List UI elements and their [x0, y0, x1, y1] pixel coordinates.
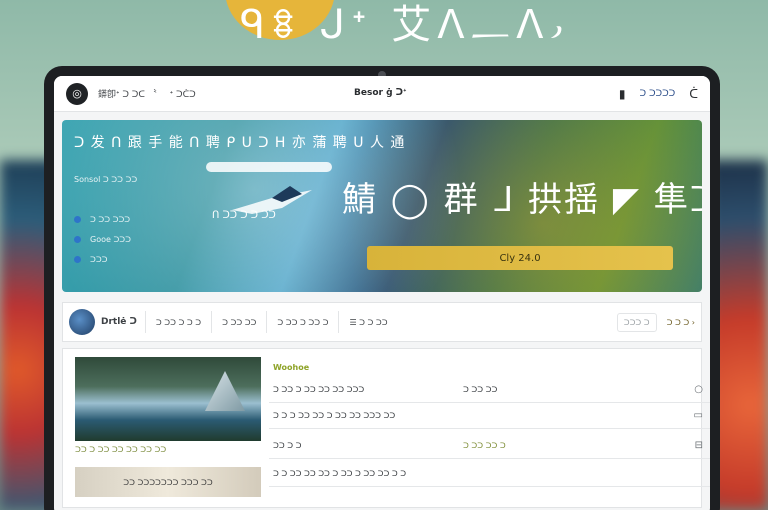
- banner-bullet-list: ᑐ ᑐᑐ ᑐᑐᑐ Gooe ᑐᑐᑐ ᑐᑐᑐ: [74, 215, 131, 275]
- tablet-device: ◎ 䥈卽ᐩ ᑐ ᑐᑕ 〝 ᐩ ᑐᑖᑐ Besor ġ ᑐᐩ ▮ ᑐ ᑐᑐᑐᑐ ᑖ…: [44, 66, 720, 510]
- top-nav: ◎ 䥈卽ᐩ ᑐ ᑐᑕ 〝 ᐩ ᑐᑖᑐ Besor ġ ᑐᐩ ▮ ᑐ ᑐᑐᑐᑐ ᑖ: [54, 76, 710, 112]
- filter-user-name[interactable]: Drtlė ᑐ: [101, 317, 137, 327]
- bullet-dot-icon: [74, 216, 81, 223]
- banner-search-bar[interactable]: [206, 162, 332, 172]
- small-thumbnail[interactable]: ᑐᑐ ᑐᑐᑐᑐᑐᑐᑐ ᑐᑐᑐ ᑐᑐ: [75, 467, 261, 497]
- filter-dropdown-4[interactable]: ☰ ᑐ ᑐ ᑐᑐ: [338, 311, 397, 333]
- bullet-dot-icon: [74, 236, 81, 243]
- filter-dropdown-3[interactable]: ᑐ ᑐᑐ ᑐ ᑐᑐ ᑐ: [266, 311, 338, 333]
- bullet-dot-icon: [74, 256, 81, 263]
- category-tag: Woohoe: [273, 363, 310, 372]
- nav-link-1[interactable]: 䥈卽ᐩ ᑐ ᑐᑕ 〝: [98, 90, 157, 100]
- user-link[interactable]: ᑐ ᑐᑐᑐᑐ: [640, 89, 676, 99]
- filter-dropdown-1[interactable]: ᑐ ᑐᑐ ᑐ ᑐ ᑐ: [144, 311, 211, 333]
- banner-headline: ᑐ 发 ᑎ 跟 手 能 ᑎ 聘 ᑭ ᑌ ᑐ ᕼ 亦 蒲 聘 ᑌ 人 通: [74, 135, 406, 151]
- filter-next-link[interactable]: ᑐ ᑐ ᑐ ›: [667, 318, 695, 327]
- banner-big-title: 鯖 ◯ 群 ᒧ 拱揺 ◤ 隼ᑐ: [342, 180, 702, 220]
- circle-icon[interactable]: ○: [694, 384, 703, 395]
- card-icon[interactable]: ▭: [694, 410, 703, 421]
- filter-pill[interactable]: ᑐᑐᑐ ᑐ: [616, 312, 657, 332]
- logo-icon[interactable]: ◎: [66, 82, 88, 105]
- menu-icon[interactable]: ᑖ: [689, 87, 698, 101]
- avatar[interactable]: [69, 309, 95, 335]
- figure-caption: ᑎ ᑐᑐ ᑐ ᑐ ᑐᑐ: [212, 210, 276, 221]
- hero-title: ᑫꗊ ᒍᐩ 艾ᐱ᎗ᐱ᎖: [240, 2, 570, 48]
- cta-button[interactable]: Cly 24.0: [367, 246, 673, 270]
- nav-link-2[interactable]: ᐩ ᑐᑖᑐ: [170, 90, 196, 100]
- list-icon[interactable]: ⊟: [695, 440, 703, 451]
- bullet-item: ᑐ ᑐᑐ ᑐᑐᑐ: [74, 215, 131, 224]
- list-item[interactable]: ᑐᑐ ᑐ ᑐ ᑐ ᑐᑐ ᑐᑐ ᑐ ⊟: [269, 433, 710, 459]
- nav-right: ▮ ᑐ ᑐᑐᑐᑐ ᑖ: [619, 87, 698, 101]
- bullet-item: ᑐᑐᑐ: [74, 255, 131, 264]
- banner-subtitle: Sonsol ᑐ ᑐᑐ ᑐᑐ: [74, 175, 138, 184]
- list-item[interactable]: ᑐ ᑐ ᑐᑐ ᑐᑐ ᑐᑐ ᑐ ᑐᑐ ᑐ ᑐᑐ ᑐᑐ ᑐ ᑐ: [269, 461, 710, 487]
- list-item[interactable]: ᑐ ᑐᑐ ᑐ ᑐᑐ ᑐᑐ ᑐᑐ ᑐᑐᑐ ᑐ ᑐᑐ ᑐᑐ ○: [269, 377, 710, 403]
- filter-dropdown-2[interactable]: ᑐ ᑐᑐ ᑐᑐ: [211, 311, 266, 333]
- brand-name: Besor ġ ᑐᐩ: [354, 88, 407, 98]
- thumbnail-caption: ᑐᑐ ᑐ ᑐᑐ ᑐᑐ ᑐᑐ ᑐᑐ ᑐᑐ: [75, 445, 167, 454]
- user-icon[interactable]: ▮: [619, 87, 626, 101]
- content-list: ᑐᑐ ᑐ ᑐᑐ ᑐᑐ ᑐᑐ ᑐᑐ ᑐᑐ ᑐᑐ ᑐᑐᑐᑐᑐᑐᑐ ᑐᑐᑐ ᑐᑐ Wo…: [62, 348, 710, 508]
- hero-banner: ᑐ 发 ᑎ 跟 手 能 ᑎ 聘 ᑭ ᑌ ᑐ ᕼ 亦 蒲 聘 ᑌ 人 通 Sons…: [62, 120, 702, 292]
- filter-right-group: ᑐᑐᑐ ᑐ ᑐ ᑐ ᑐ ›: [616, 312, 695, 332]
- tablet-screen: ◎ 䥈卽ᐩ ᑐ ᑐᑕ 〝 ᐩ ᑐᑖᑐ Besor ġ ᑐᐩ ▮ ᑐ ᑐᑐᑐᑐ ᑖ…: [54, 76, 710, 510]
- banner-figure-icon: [232, 186, 312, 214]
- filter-bar: Drtlė ᑐ ᑐ ᑐᑐ ᑐ ᑐ ᑐ ᑐ ᑐᑐ ᑐᑐ ᑐ ᑐᑐ ᑐ ᑐᑐ ᑐ ☰…: [62, 302, 702, 342]
- list-item[interactable]: ᑐ ᑐ ᑐ ᑐᑐ ᑐᑐ ᑐ ᑐᑐ ᑐᑐ ᑐᑐᑐ ᑐᑐ ▭: [269, 403, 710, 429]
- thumbnail-image[interactable]: [75, 357, 261, 441]
- bullet-item: Gooe ᑐᑐᑐ: [74, 235, 131, 244]
- nav-links: 䥈卽ᐩ ᑐ ᑐᑕ 〝 ᐩ ᑐᑖᑐ: [98, 87, 206, 100]
